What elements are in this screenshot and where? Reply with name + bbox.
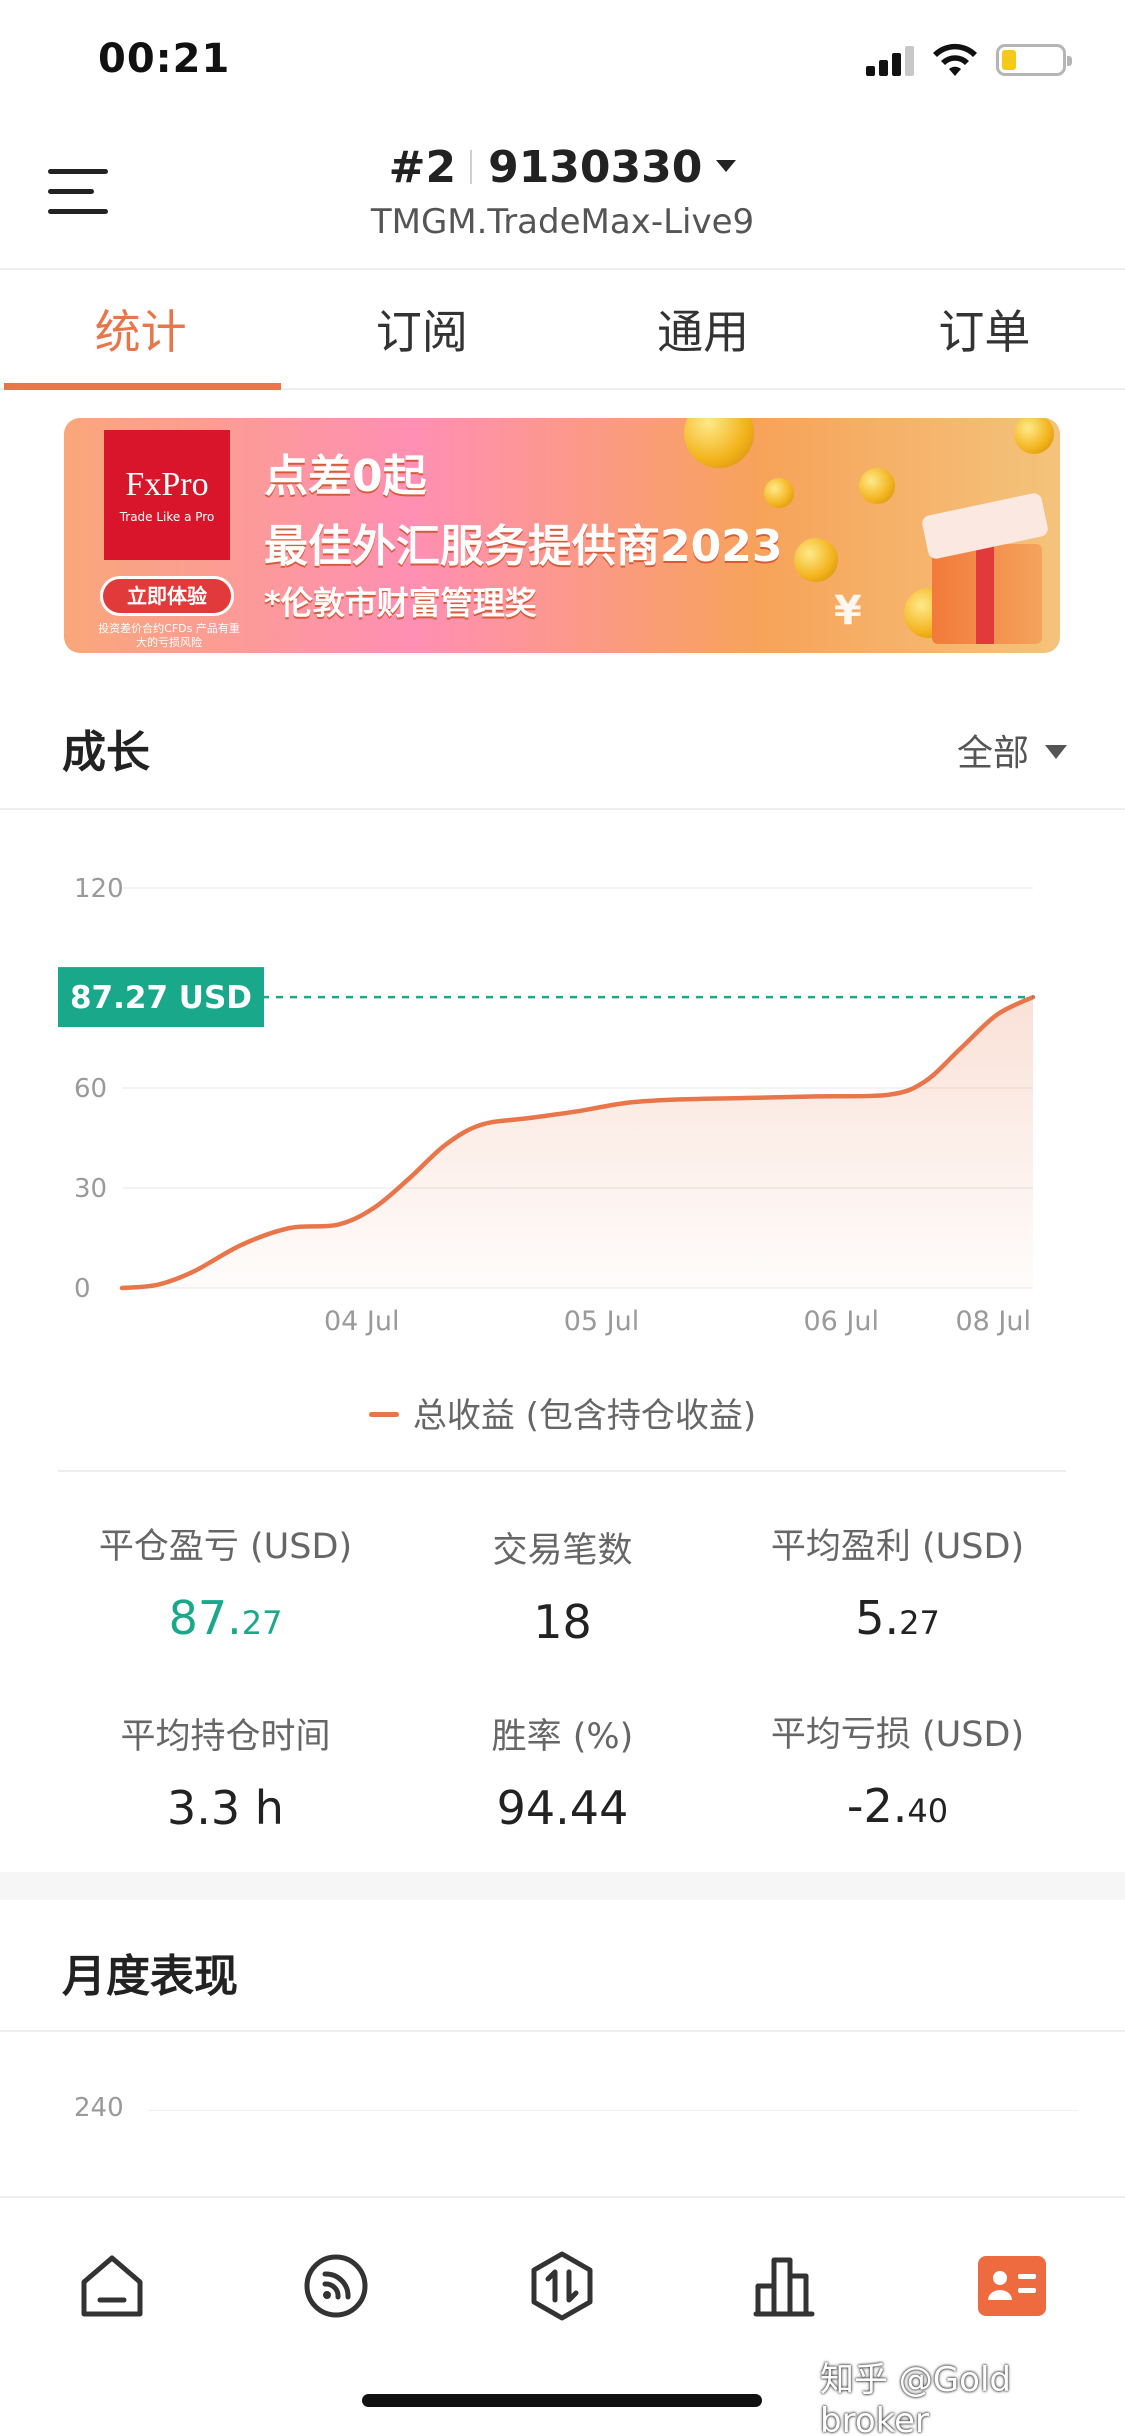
banner-disclaimer: 投资差价合约CFDs 产品有重大的亏损风险 [98, 622, 240, 649]
home-indicator [362, 2394, 762, 2407]
stat-label: 平仓盈亏 (USD) [98, 1527, 353, 1567]
section-separator [0, 1872, 1125, 1900]
coin-decoration [684, 418, 754, 468]
yen-symbol: ¥ [834, 588, 862, 634]
range-filter-dropdown[interactable]: 全部 [957, 724, 1067, 776]
account-card-icon [978, 2256, 1046, 2316]
y-tick-label: 120 [74, 874, 124, 904]
tab-orders[interactable]: 订单 [844, 272, 1125, 388]
stat-label: 胜率 (%) [491, 1717, 634, 1757]
stat-win-rate: 胜率 (%) 94.44 [375, 1708, 750, 1835]
nav-account[interactable] [972, 2246, 1052, 2326]
tab-bar: 统计 订阅 通用 订单 [0, 272, 1125, 390]
banner-headline-3: *伦敦市财富管理奖 [264, 584, 537, 622]
nav-charts[interactable] [746, 2246, 826, 2326]
monthly-gridline [148, 2110, 1078, 2111]
stat-value: 87.27 [168, 1591, 283, 1645]
y-tick-label: 30 [74, 1174, 107, 1204]
section-divider [0, 808, 1125, 810]
status-bar: 00:21 [0, 0, 1125, 120]
banner-headline-1: 点差0起 [264, 451, 427, 502]
stat-avg-profit: 平均盈利 (USD) 5.27 [710, 1518, 1085, 1645]
promo-banner[interactable]: FxPro Trade Like a Pro 立即体验 投资差价合约CFDs 产… [64, 418, 1060, 653]
tab-statistics[interactable]: 统计 [0, 272, 282, 390]
stat-label: 平均盈利 (USD) [770, 1527, 1025, 1567]
x-tick-label: 08 Jul [955, 1306, 1031, 1337]
banner-cta-button[interactable]: 立即体验 [100, 576, 234, 616]
banner-headline-2: 最佳外汇服务提供商2023 [264, 521, 783, 572]
account-header: #2 9130330 TMGM.TradeMax-Live9 [0, 120, 1125, 270]
stat-value: 3.3 h [167, 1781, 284, 1835]
account-prefix: #2 [388, 142, 457, 193]
monthly-y-tick: 240 [74, 2093, 124, 2123]
cellular-signal-icon [866, 44, 916, 76]
home-icon [81, 2255, 143, 2317]
coin-decoration [859, 468, 895, 504]
stat-value: -2.40 [846, 1779, 949, 1833]
chart-bars-icon [753, 2257, 815, 2317]
fxpro-logo: FxPro Trade Like a Pro [104, 430, 230, 560]
coin-decoration [794, 538, 838, 582]
gift-box-icon [920, 491, 1050, 644]
stat-value: 5.27 [855, 1591, 940, 1645]
stat-value: 94.44 [496, 1781, 629, 1835]
signal-feed-icon [304, 2254, 368, 2318]
coin-decoration [764, 478, 794, 508]
status-time: 00:21 [98, 36, 231, 82]
nav-home[interactable] [72, 2246, 152, 2326]
stat-label: 平均持仓时间 [120, 1717, 331, 1757]
stat-label: 交易笔数 [492, 1531, 633, 1571]
x-tick-label: 05 Jul [564, 1306, 640, 1337]
legend-label: 总收益 (包含持仓收益) [412, 1396, 757, 1436]
account-number: 9130330 [488, 142, 703, 193]
stat-label: 平均亏损 (USD) [770, 1715, 1025, 1755]
tab-subscriptions[interactable]: 订阅 [281, 272, 562, 388]
chart-legend: 总收益 (包含持仓收益) [0, 1388, 1125, 1437]
x-tick-label: 04 Jul [324, 1306, 400, 1337]
coin-decoration [1014, 418, 1054, 454]
stat-closed-pnl: 平仓盈亏 (USD) 87.27 [38, 1518, 413, 1645]
legend-divider [58, 1470, 1066, 1472]
y-tick-label: 0 [74, 1274, 91, 1304]
range-filter-value: 全部 [956, 733, 1029, 774]
separator [470, 150, 473, 184]
nav-trade[interactable] [522, 2246, 602, 2326]
nav-signals[interactable] [296, 2246, 376, 2326]
stat-trade-count: 交易笔数 18 [375, 1522, 750, 1649]
stat-avg-loss: 平均亏损 (USD) -2.40 [710, 1706, 1085, 1833]
account-selector[interactable]: #2 9130330 [0, 142, 1125, 193]
monthly-title: 月度表现 [62, 1951, 238, 2002]
series-area [122, 997, 1033, 1288]
y-tick-label: 60 [74, 1074, 107, 1104]
server-name: TMGM.TradeMax-Live9 [370, 202, 755, 242]
growth-title: 成长 [62, 727, 150, 778]
x-tick-label: 06 Jul [803, 1306, 879, 1337]
trade-icon [531, 2251, 593, 2321]
wifi-icon [933, 43, 977, 76]
tab-general[interactable]: 通用 [563, 272, 844, 388]
caret-down-icon [1045, 745, 1067, 759]
growth-chart: 0 30 60 120 04 Jul 05 Jul 06 Jul 08 Jul 87.27 US… [58, 874, 1036, 1337]
caret-down-icon [716, 160, 737, 172]
legend-swatch [368, 1412, 399, 1417]
section-divider [0, 2030, 1125, 2032]
watermark: 知乎 @Gold broker [820, 2360, 1011, 2436]
stat-avg-holding-time: 平均持仓时间 3.3 h [38, 1708, 413, 1835]
stat-value: 18 [533, 1595, 592, 1649]
current-value-label: 87.27 USD [70, 980, 252, 1016]
battery-icon [996, 44, 1072, 76]
